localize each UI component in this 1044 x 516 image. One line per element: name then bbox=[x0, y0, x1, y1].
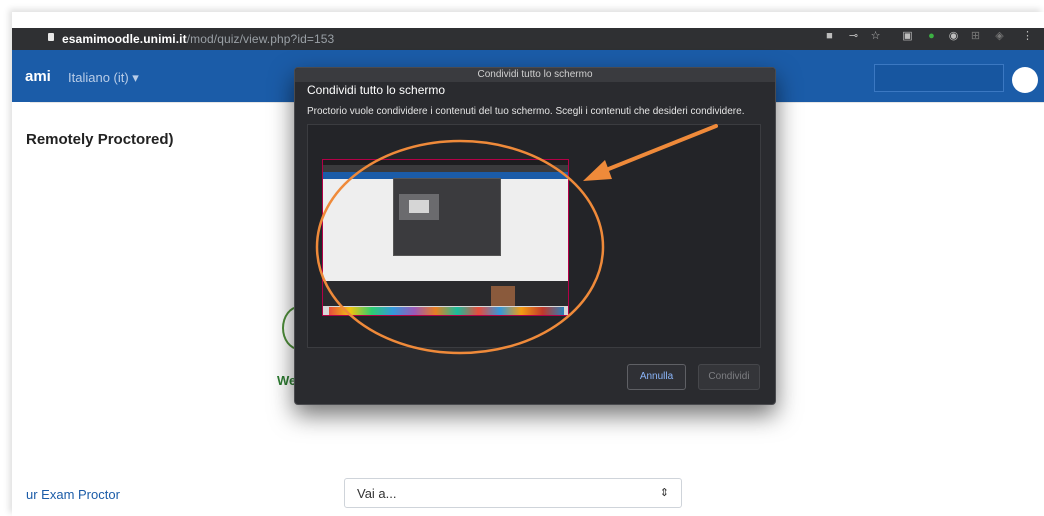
dialog-description: Proctorio vuole condividere i contenuti … bbox=[307, 106, 745, 117]
cancel-button[interactable]: Annulla bbox=[627, 364, 686, 390]
thumbnail-tabbar bbox=[323, 165, 568, 172]
url-host: esamimoodle.unimi.it bbox=[62, 32, 187, 46]
key-icon[interactable]: ⊸ bbox=[848, 31, 859, 42]
url-text[interactable]: esamimoodle.unimi.it/mod/quiz/view.php?i… bbox=[62, 32, 334, 46]
site-brand[interactable]: ami bbox=[25, 68, 51, 85]
extension-icon[interactable]: ⊞ bbox=[970, 31, 981, 42]
shield-icon[interactable]: ● bbox=[926, 31, 937, 42]
dialog-titlebar-text: Condividi tutto lo schermo bbox=[477, 69, 593, 80]
screen-thumbnail[interactable] bbox=[322, 159, 569, 316]
thumbnail-footer bbox=[323, 281, 568, 306]
extension-icon[interactable]: ◉ bbox=[948, 31, 959, 42]
extension-icon[interactable]: ◈ bbox=[994, 31, 1005, 42]
jump-select-value: Vai a... bbox=[357, 486, 397, 501]
exam-proctor-link[interactable]: ur Exam Proctor bbox=[26, 487, 120, 502]
url-path: /mod/quiz/view.php?id=153 bbox=[186, 32, 335, 46]
language-menu[interactable]: Italiano (it) ▾ bbox=[68, 70, 139, 86]
dialog-heading: Condividi tutto lo schermo bbox=[307, 83, 446, 97]
jump-to-select[interactable]: Vai a... ⇕ bbox=[344, 478, 682, 508]
screen-selection-panel bbox=[307, 124, 761, 348]
navbar-search[interactable] bbox=[874, 64, 1004, 92]
avatar[interactable] bbox=[1012, 67, 1038, 93]
camera-icon[interactable]: ■ bbox=[824, 31, 835, 42]
share-button[interactable]: Condividi bbox=[698, 364, 760, 390]
thumbnail-video bbox=[491, 286, 515, 306]
star-icon[interactable]: ☆ bbox=[870, 31, 881, 42]
screenshot-frame: esamimoodle.unimi.it/mod/quiz/view.php?i… bbox=[12, 12, 1044, 516]
share-screen-dialog: Condividi tutto lo schermo Condividi tut… bbox=[294, 67, 776, 405]
select-arrows-icon: ⇕ bbox=[659, 487, 669, 499]
thumbnail-nested-screen bbox=[409, 200, 429, 213]
menu-icon[interactable]: ⋮ bbox=[1022, 31, 1033, 42]
page-title: Remotely Proctored) bbox=[26, 131, 174, 148]
lock-icon bbox=[48, 33, 54, 41]
thumbnail-dock bbox=[329, 307, 564, 315]
extension-icon[interactable]: ▣ bbox=[902, 31, 913, 42]
dialog-titlebar: Condividi tutto lo schermo bbox=[295, 68, 775, 82]
